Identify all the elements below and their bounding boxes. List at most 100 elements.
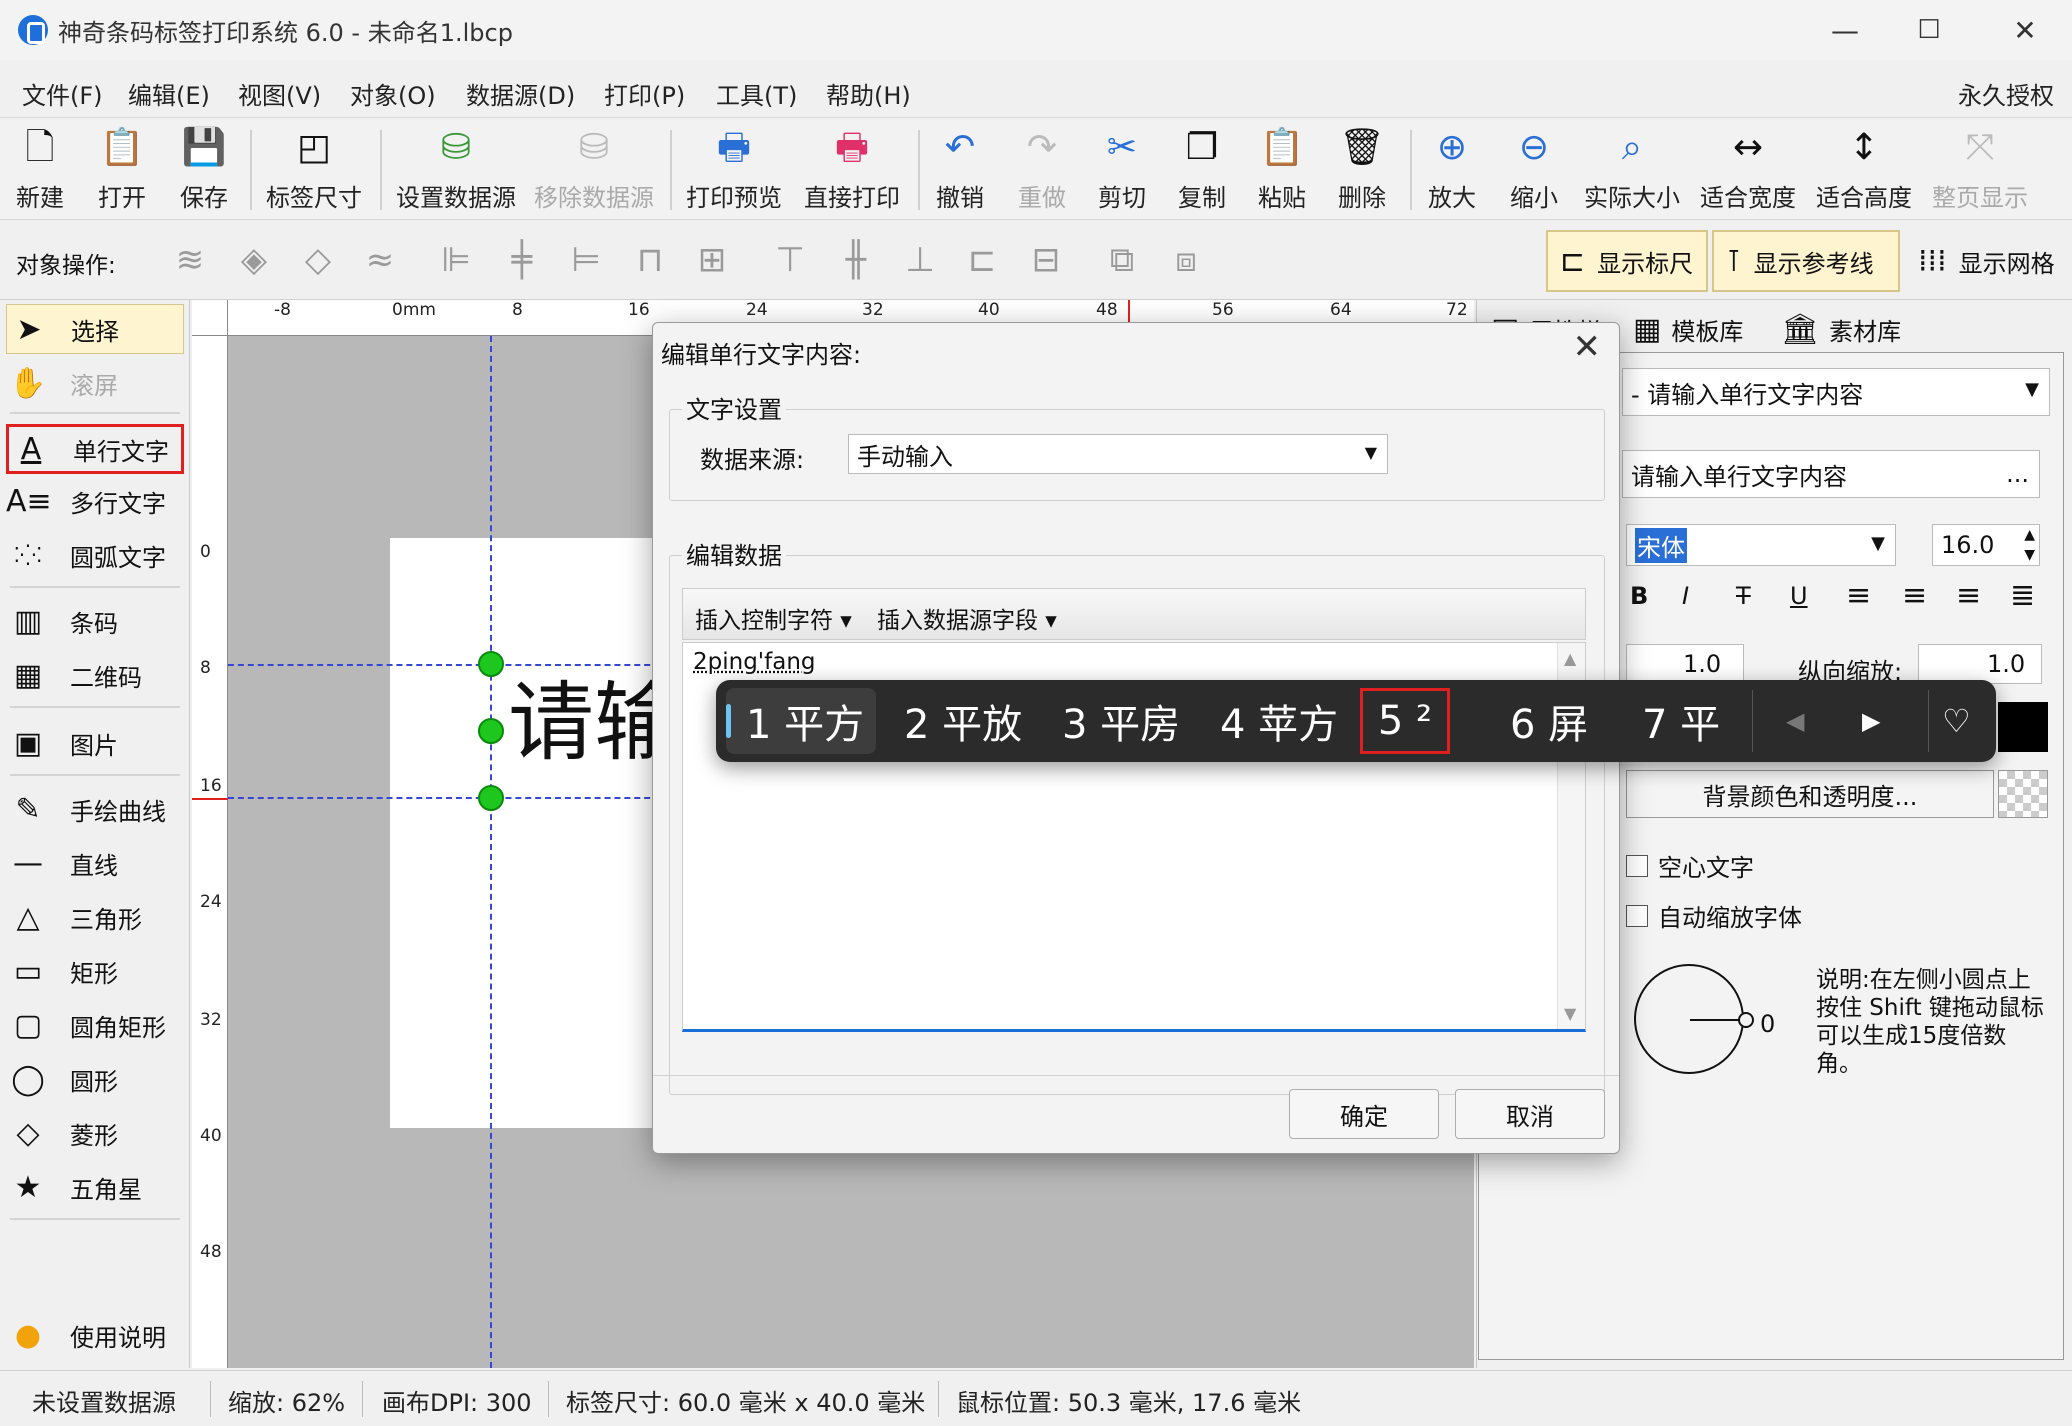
tool-star[interactable]: ★ 五角星	[6, 1162, 184, 1212]
save-button[interactable]: 💾 保存	[180, 126, 228, 216]
actual-size-button[interactable]: ⌕ 实际大小	[1584, 126, 1680, 216]
menu-view[interactable]: 视图(V)	[238, 76, 321, 111]
show-grid-toggle[interactable]: ⁞⁞⁞ 显示网格	[1906, 230, 2072, 292]
horizontal-scale-stepper[interactable]: 1.0	[1626, 644, 1744, 684]
scroll-down-icon[interactable]: ▼	[1564, 1004, 1576, 1023]
tool-scroll[interactable]: ✋ 滚屏	[6, 358, 184, 408]
rotation-knob[interactable]	[1738, 1012, 1754, 1028]
tool-freehand[interactable]: ✎ 手绘曲线	[6, 784, 184, 834]
resize-handle[interactable]	[478, 651, 504, 677]
show-guides-toggle[interactable]: ⊺ 显示参考线	[1712, 230, 1900, 292]
show-ruler-toggle[interactable]: ⊏ 显示标尺	[1546, 230, 1708, 292]
background-color-button[interactable]: 背景颜色和透明度...	[1626, 770, 1994, 818]
ok-button[interactable]: 确定	[1289, 1089, 1439, 1139]
same-height-icon[interactable]: ⊏	[962, 238, 1002, 282]
tab-templates[interactable]: ▦ 模板库	[1633, 306, 1743, 352]
tool-single-line-text[interactable]: A 单行文字	[6, 424, 184, 474]
fit-page-button[interactable]: ⤧ 整页显示	[1932, 126, 2028, 216]
align-right-icon[interactable]: ⊨	[566, 238, 606, 282]
zoom-in-button[interactable]: ⊕ 放大	[1428, 126, 1476, 216]
ime-favorite-icon[interactable]: ♡	[1942, 688, 1971, 754]
text-color-swatch[interactable]	[1998, 702, 2048, 752]
redo-button[interactable]: ↷ 重做	[1018, 126, 1066, 216]
font-size-stepper[interactable]: 16.0 ▲ ▼	[1932, 524, 2040, 566]
print-preview-button[interactable]: 🖶 打印预览	[686, 126, 782, 216]
content-edit-button[interactable]: ...	[2006, 460, 2029, 488]
align-center-icon[interactable]: ≡	[1902, 578, 1927, 613]
direct-print-button[interactable]: 🖶 直接打印	[804, 126, 900, 216]
tool-diamond[interactable]: ◇ 菱形	[6, 1108, 184, 1158]
ime-candidate[interactable]: 6 屏	[1510, 688, 1588, 754]
same-width-icon[interactable]: ⊓	[630, 238, 670, 282]
canvas-text-object[interactable]: 请输入单行文字内容	[508, 652, 654, 777]
object-selector[interactable]: - 请输入单行文字内容 ▼	[1622, 368, 2050, 416]
delete-button[interactable]: 🗑 删除	[1338, 126, 1386, 216]
rotate-handle[interactable]	[478, 718, 504, 744]
ime-candidate[interactable]: 1 平方	[746, 688, 864, 754]
strikethrough-button[interactable]: T	[1736, 582, 1751, 610]
transparency-swatch[interactable]	[1998, 770, 2048, 818]
align-bottom-icon[interactable]: ⊥	[900, 238, 940, 282]
fit-width-button[interactable]: ↔ 适合宽度	[1700, 126, 1796, 216]
distribute-vertical-icon[interactable]: ⊟	[1026, 238, 1066, 282]
group-icon[interactable]: ⧉	[1102, 238, 1142, 282]
cancel-button[interactable]: 取消	[1455, 1089, 1605, 1139]
zoom-out-button[interactable]: ⊖ 缩小	[1510, 126, 1558, 216]
tool-rectangle[interactable]: ▭ 矩形	[6, 946, 184, 996]
justify-icon[interactable]: ≣	[2010, 578, 2035, 613]
align-right-icon[interactable]: ≡	[1956, 578, 1981, 613]
ime-candidate[interactable]: 4 苹方	[1220, 688, 1338, 754]
rotation-dial[interactable]	[1634, 964, 1754, 1074]
ime-candidate[interactable]: 7 平	[1642, 688, 1720, 754]
remove-datasource-button[interactable]: ⛁ 移除数据源	[534, 126, 654, 216]
menu-object[interactable]: 对象(O)	[350, 76, 436, 111]
tab-materials[interactable]: 🏛 素材库	[1781, 306, 1901, 352]
menu-help[interactable]: 帮助(H)	[826, 76, 911, 111]
tool-multi-line-text[interactable]: A≡ 多行文字	[6, 476, 184, 526]
undo-button[interactable]: ↶ 撤销	[936, 126, 984, 216]
layer-top-icon[interactable]: ≋	[170, 238, 210, 282]
italic-button[interactable]: I	[1682, 582, 1689, 610]
close-button[interactable]: ✕	[1980, 0, 2070, 60]
tool-qrcode[interactable]: ▦ 二维码	[6, 650, 184, 700]
align-left-icon[interactable]: ⊫	[436, 238, 476, 282]
content-field[interactable]: 请输入单行文字内容...	[1622, 450, 2040, 498]
tool-circle[interactable]: ◯ 圆形	[6, 1054, 184, 1104]
vertical-scale-stepper[interactable]: 1.0	[1918, 644, 2042, 684]
help-button[interactable]: ● 使用说明	[6, 1310, 184, 1360]
distribute-horizontal-icon[interactable]: ⊞	[692, 238, 732, 282]
new-button[interactable]: 🗋 新建	[16, 126, 64, 216]
fit-height-button[interactable]: ↕ 适合高度	[1816, 126, 1912, 216]
font-select[interactable]: 宋体 ▼	[1626, 524, 1896, 566]
align-left-icon[interactable]: ≡	[1846, 578, 1871, 613]
scroll-up-icon[interactable]: ▲	[1564, 649, 1576, 668]
maximize-button[interactable]: ☐	[1884, 0, 1974, 60]
paste-button[interactable]: 📋 粘贴	[1258, 126, 1306, 216]
align-middle-icon[interactable]: ╫	[836, 238, 876, 282]
cut-button[interactable]: ✂ 剪切	[1098, 126, 1146, 216]
layer-down-icon[interactable]: ◇	[298, 238, 338, 282]
menu-datasource[interactable]: 数据源(D)	[466, 76, 575, 111]
ime-candidate[interactable]: 3 平房	[1062, 688, 1180, 754]
hollow-text-checkbox[interactable]: 空心文字	[1626, 848, 1754, 883]
tool-image[interactable]: ▣ 图片	[6, 718, 184, 768]
ime-prev-page-icon[interactable]: ◀	[1786, 688, 1804, 754]
copy-button[interactable]: ❐ 复制	[1178, 126, 1226, 216]
layer-up-icon[interactable]: ◈	[234, 238, 274, 282]
tool-arc-text[interactable]: ⁚⁛⁚ 圆弧文字	[6, 530, 184, 580]
label-size-button[interactable]: ◰ 标签尺寸	[266, 126, 362, 216]
menu-file[interactable]: 文件(F)	[22, 76, 103, 111]
ime-next-page-icon[interactable]: ▶	[1862, 688, 1880, 754]
bold-button[interactable]: B	[1630, 582, 1648, 610]
tool-rounded-rectangle[interactable]: ▢ 圆角矩形	[6, 1000, 184, 1050]
open-button[interactable]: 📋 打开	[98, 126, 146, 216]
insert-control-char-button[interactable]: 插入控制字符 ▾	[695, 601, 852, 635]
align-center-icon[interactable]: ╪	[502, 238, 542, 282]
layer-bottom-icon[interactable]: ≈	[360, 238, 400, 282]
tool-barcode[interactable]: ▥ 条码	[6, 596, 184, 646]
minimize-button[interactable]: —	[1800, 0, 1890, 60]
underline-button[interactable]: U	[1790, 582, 1808, 610]
menu-tools[interactable]: 工具(T)	[716, 76, 797, 111]
insert-datasource-field-button[interactable]: 插入数据源字段 ▾	[877, 601, 1057, 635]
menu-print[interactable]: 打印(P)	[604, 76, 685, 111]
